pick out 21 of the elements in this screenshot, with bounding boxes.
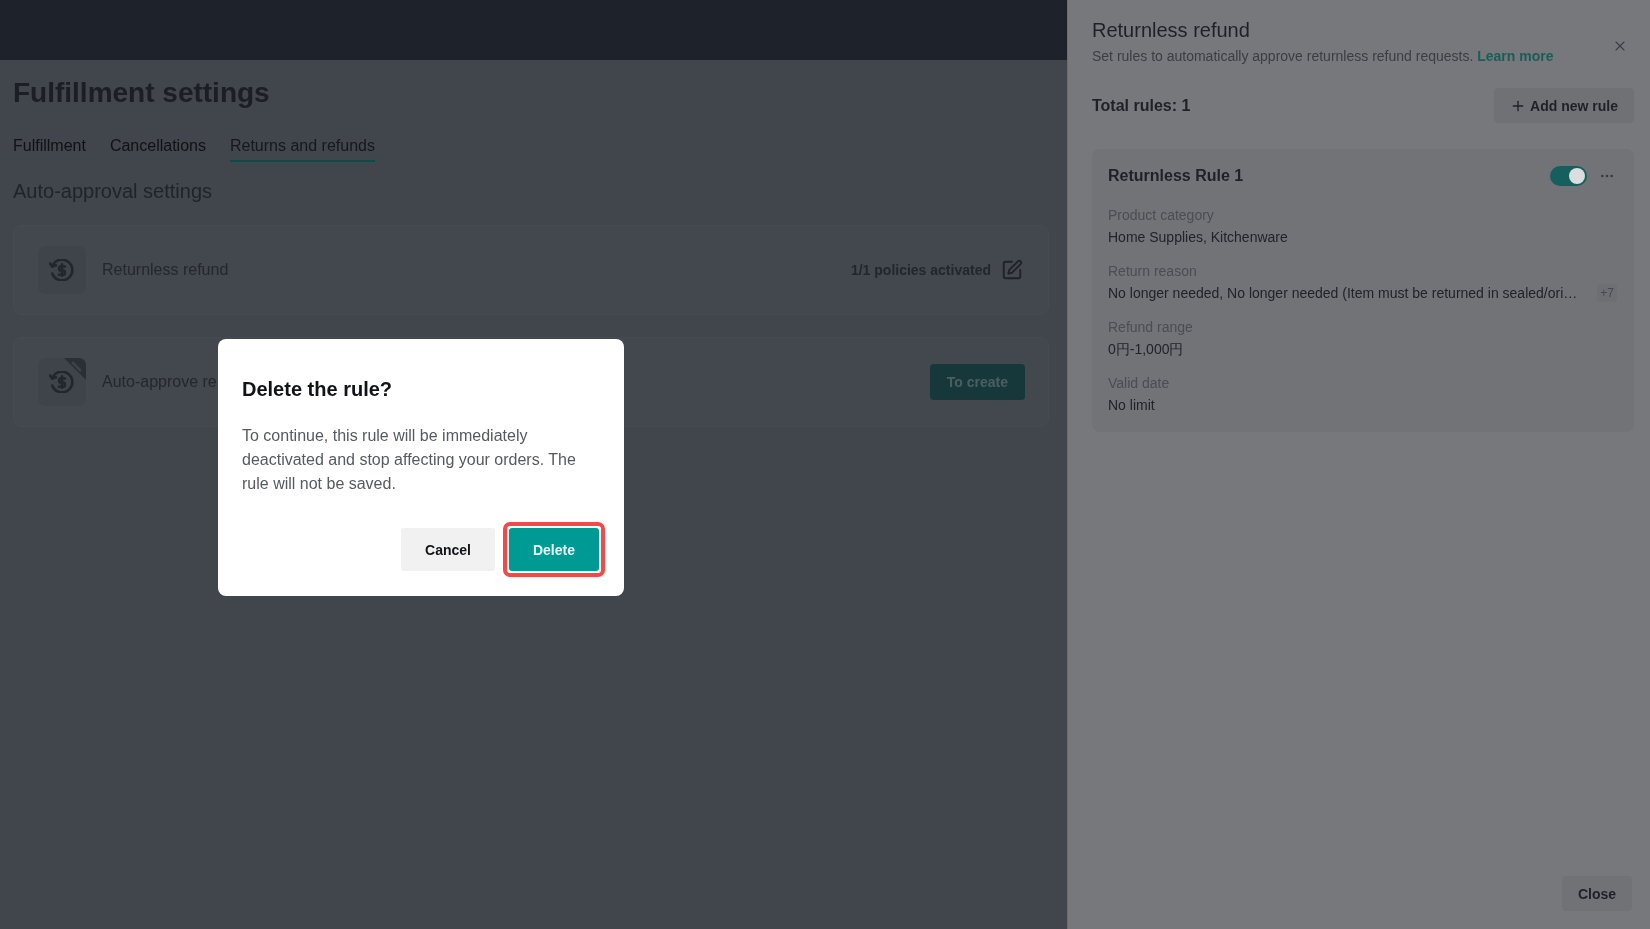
- refund-icon: [49, 259, 75, 281]
- drawer-title: Returnless refund: [1092, 18, 1250, 42]
- learn-more-link[interactable]: Learn more: [1477, 48, 1554, 64]
- drawer-description: Set rules to automatically approve returnless refund requests. Learn more: [1092, 47, 1555, 66]
- rule-name: Returnless Rule 1: [1108, 166, 1245, 186]
- total-rules: Total rules: 1: [1092, 96, 1191, 115]
- refund-icon: [49, 371, 75, 393]
- edit-icon[interactable]: [1001, 259, 1023, 281]
- field-value: 0円-1,000円: [1108, 340, 1184, 359]
- delete-button[interactable]: Delete: [508, 528, 599, 571]
- add-rule-button[interactable]: Add new rule: [1494, 88, 1634, 123]
- dialog-title: Delete the rule?: [242, 377, 393, 401]
- cancel-button[interactable]: Cancel: [401, 528, 495, 571]
- dialog-message: To continue, this rule will be immediately deactivated and stop affecting your orders. The rule will not be saved.: [242, 426, 577, 494]
- close-button[interactable]: Close: [1561, 876, 1632, 911]
- field-value: No longer needed, No longer needed (Item must be returned in sealed/ori…: [1108, 284, 1578, 303]
- tab[interactable]: Cancellations: [109, 136, 206, 162]
- field-value: No limit: [1108, 396, 1155, 415]
- rule-toggle[interactable]: [1550, 166, 1587, 186]
- tab[interactable]: Fulfillment: [13, 136, 86, 162]
- field-value: Home Supplies, Kitchenware: [1108, 228, 1288, 247]
